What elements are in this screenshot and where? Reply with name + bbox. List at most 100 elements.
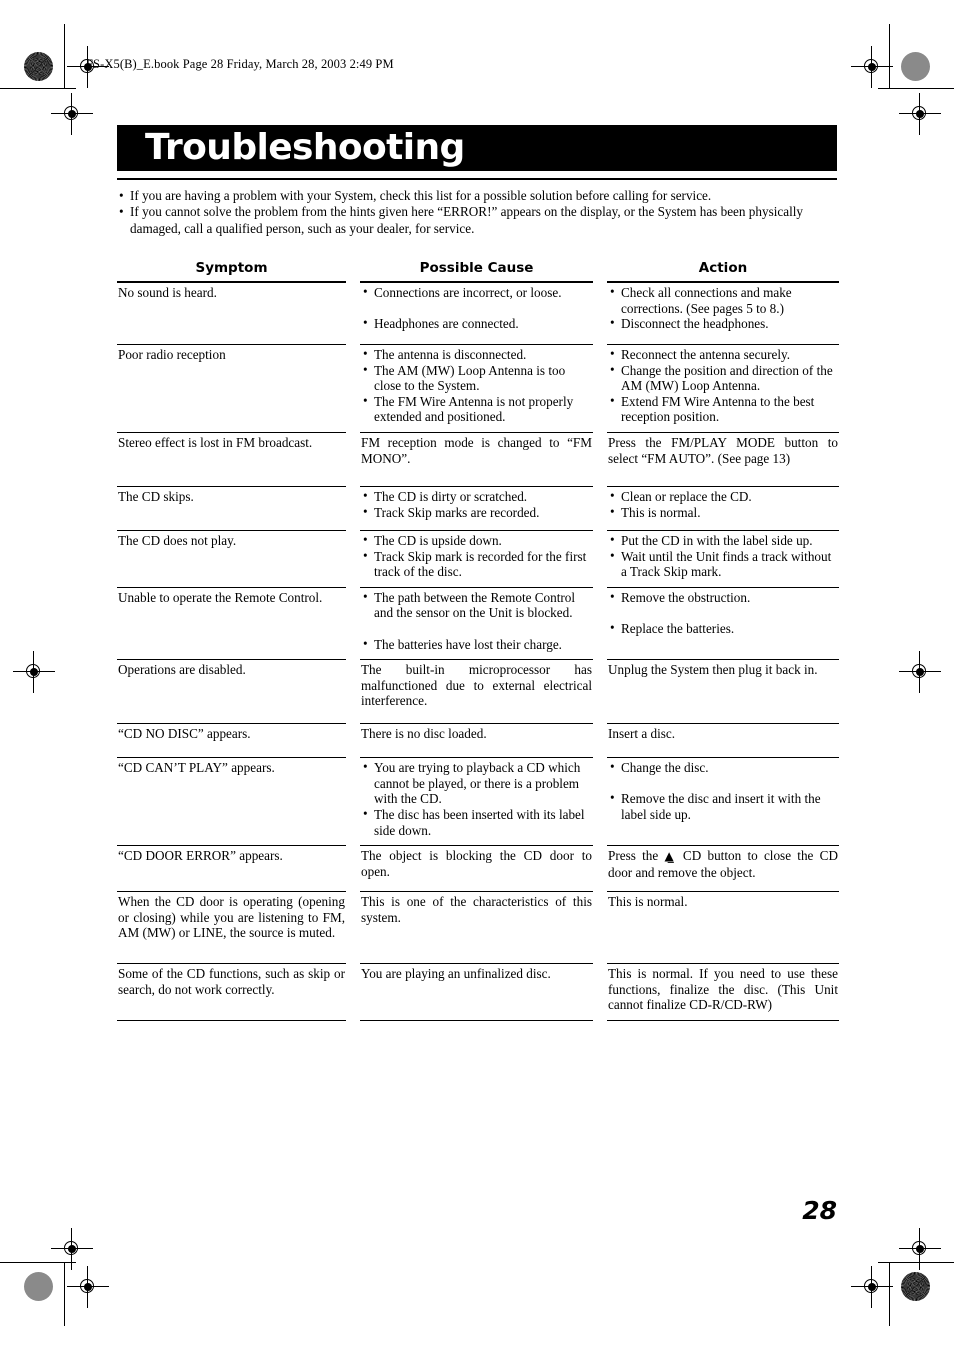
cell-bullet-item: • The AM (MW) Loop Antenna is too close t… — [361, 362, 592, 394]
cell-paragraph: Stereo effect is lost in FM broadcast. — [118, 434, 313, 450]
bullet-icon: • — [610, 392, 615, 408]
cell-bullet-text: Track Skip mark is recorded for the firs… — [374, 548, 587, 580]
cell-symptom: “CD NO DISC” appears. — [117, 723, 346, 757]
table-row: Unable to operate the Remote Control. • Th… — [117, 586, 839, 659]
cell-bullet-item: • The CD is upside down. — [361, 532, 592, 549]
file-meta-header: FS-X5(B)_E.book Page 28 Friday, March 28… — [86, 57, 394, 71]
column-gap — [593, 344, 607, 432]
cell-action: • Remove the obstruction. • Replace the bat… — [607, 586, 839, 659]
cell-symptom: When the CD door is operating (opening o… — [117, 891, 346, 963]
cell-bullet-text: Clean or replace the CD. — [621, 488, 752, 504]
cell-possible-cause: The object is blocking the CD door to op… — [360, 845, 593, 891]
cell-bullet-text: Reconnect the antenna securely. — [621, 347, 791, 362]
column-gap — [593, 757, 607, 845]
cell-bullet-item: • Change the position and direction of th… — [608, 361, 838, 394]
column-gap — [346, 486, 360, 530]
table-row: The CD does not play. • The CD is upside d… — [117, 529, 839, 587]
column-gap — [346, 891, 360, 963]
table-row: The CD skips. • The CD is dirty or scratch… — [117, 485, 839, 530]
cell-bullet-text: Disconnect the headphones. — [621, 316, 769, 332]
bullet-icon: • — [610, 315, 615, 331]
cell-action: Insert a disc. — [607, 723, 839, 757]
cell-action: • Change the disc. • Remove the disc and in… — [607, 757, 839, 845]
cell-bullet-text: The path between the Remote Control and … — [374, 589, 576, 621]
cell-paragraph: No sound is heard. — [118, 285, 217, 300]
halftone-target-top-left — [24, 52, 53, 81]
cell-symptom: Unable to operate the Remote Control. — [117, 586, 346, 659]
cell-bullet-list: • Put the CD in with the label side up. • W… — [608, 532, 838, 580]
cell-bullet-text: Connections are incorrect, or loose. — [374, 285, 562, 300]
title-underline-rule — [117, 178, 837, 180]
cell-symptom: The CD skips. — [117, 485, 346, 530]
cell-bullet-list: • The CD is upside down. • Track Skip mark … — [361, 532, 592, 580]
column-gap — [593, 260, 607, 282]
cell-bullet-item: • The antenna is disconnected. — [361, 346, 592, 363]
cell-bullet-item: • The path between the Remote Control and… — [361, 588, 592, 621]
cell-paragraph: “CD NO DISC” appears. — [118, 726, 251, 742]
bullet-icon: • — [363, 588, 368, 604]
table-row: “CD DOOR ERROR” appears. The object is bl… — [117, 845, 839, 891]
cell-bullet-item: • This is normal. — [608, 504, 838, 521]
cell-bullet-item: • You are trying to playback a CD which c… — [361, 759, 592, 807]
registration-mark-bottom-right-outer — [899, 1228, 941, 1270]
cell-symptom: The CD does not play. — [117, 529, 346, 587]
cell-action: • Reconnect the antenna securely. • Change … — [607, 344, 839, 432]
cell-bullet-item: • Track Skip marks are recorded. — [361, 504, 592, 521]
cell-paragraph: This is normal. — [608, 894, 688, 910]
table-header-row: Symptom Possible Cause Action — [117, 260, 839, 282]
bullet-icon: • — [363, 392, 368, 408]
cell-paragraph: The object is blocking the CD door to op… — [361, 848, 592, 879]
table-row: Operations are disabled. The built-in mic… — [117, 659, 839, 723]
cell-bullet-list: • Change the disc. • Remove the disc and in… — [608, 759, 838, 822]
registration-mark-bottom-left-outer — [51, 1228, 93, 1270]
cell-bullet-item: • Wait until the Unit finds a track witho… — [608, 548, 838, 580]
cell-symptom: Stereo effect is lost in FM broadcast. — [117, 431, 346, 486]
column-gap — [593, 723, 607, 757]
cell-bullet-text: The antenna is disconnected. — [374, 347, 527, 362]
registration-mark-bottom-left — [67, 1266, 109, 1308]
column-gap — [593, 845, 607, 891]
cell-bullet-item: • Remove the disc and insert it with the … — [608, 790, 838, 822]
cell-bullet-item: • Put the CD in with the label side up. — [608, 532, 838, 549]
cell-bullet-item: • Disconnect the headphones. — [608, 315, 838, 332]
trim-line-left-horizontal-top — [0, 88, 76, 90]
bullet-icon: • — [610, 361, 615, 377]
column-header-possible-cause: Possible Cause — [360, 260, 593, 282]
column-gap — [346, 530, 360, 587]
cell-possible-cause: • Connections are incorrect, or loose. • He… — [360, 282, 593, 344]
trim-line-right-vertical-top — [889, 24, 891, 88]
cell-action: • Put the CD in with the label side up. • W… — [607, 529, 839, 587]
cell-bullet-text: Track Skip marks are recorded. — [374, 504, 540, 520]
cell-paragraph: You are playing an unfinalized disc. — [361, 966, 551, 982]
bullet-icon: • — [119, 188, 124, 203]
cell-possible-cause: • The path between the Remote Control and… — [360, 586, 593, 659]
column-gap — [346, 963, 360, 1021]
cell-paragraph: Unplug the System then plug it back in. — [608, 662, 818, 678]
column-gap — [593, 587, 607, 659]
column-header-symptom: Symptom — [117, 260, 346, 282]
registration-mark-bottom-right — [851, 1266, 893, 1308]
cell-possible-cause: There is no disc loaded. — [360, 723, 593, 757]
cell-paragraph: There is no disc loaded. — [361, 726, 487, 742]
cell-paragraph: Some of the CD functions, such as skip o… — [118, 966, 345, 997]
cell-symptom: “CD DOOR ERROR” appears. — [117, 845, 346, 891]
bullet-icon: • — [363, 635, 368, 651]
cell-bullet-list: • Connections are incorrect, or loose. • He… — [361, 284, 592, 332]
trim-line-left-vertical-top — [64, 24, 66, 88]
cell-bullet-text: Remove the obstruction. — [621, 589, 751, 605]
trim-line-left-vertical-bottom — [64, 1262, 66, 1326]
cell-paragraph: Operations are disabled. — [118, 662, 246, 678]
table-row: Stereo effect is lost in FM broadcast. FM… — [117, 431, 839, 486]
cell-action: This is normal. — [607, 891, 839, 963]
cell-possible-cause: • You are trying to playback a CD which c… — [360, 757, 593, 845]
registration-mark-mid-right — [899, 651, 941, 693]
bullet-icon: • — [610, 619, 615, 635]
bullet-icon: • — [363, 284, 368, 299]
registration-mark-mid-left — [13, 651, 55, 693]
halftone-target-bottom-right — [901, 1272, 930, 1301]
cell-bullet-list: • The antenna is disconnected. • The AM (MW… — [361, 346, 592, 425]
table-row: “CD CAN’T PLAY” appears. • You are trying … — [117, 757, 839, 845]
bullet-icon: • — [363, 547, 368, 563]
page-title: Troubleshooting — [145, 127, 465, 168]
cell-symptom: No sound is heard. — [117, 282, 346, 344]
